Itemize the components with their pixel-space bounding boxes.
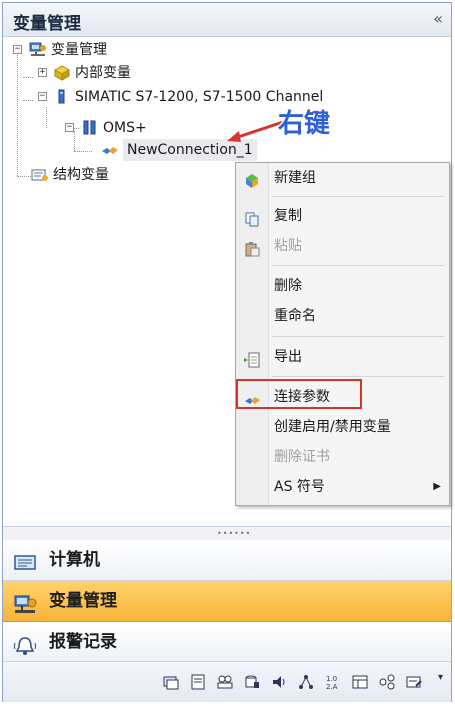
- menu-item-export[interactable]: 导出: [236, 342, 449, 372]
- tag-management-window: 变量管理 « − 变量管理 + 内部变量 − SIMATIC S7-1200, …: [2, 2, 452, 702]
- highlight-box: [236, 379, 362, 409]
- menu-label-delete: 删除: [274, 278, 302, 294]
- oms-driver-icon: [81, 120, 99, 136]
- network-icon[interactable]: [298, 674, 314, 690]
- computer-icon: [13, 550, 37, 570]
- menu-item-rename[interactable]: 重命名: [236, 301, 449, 331]
- svg-text:1.0: 1.0: [326, 675, 337, 683]
- internal-expander[interactable]: +: [38, 68, 47, 77]
- menu-label-export: 导出: [274, 349, 302, 365]
- menu-label-as-symbols: AS 符号: [274, 479, 325, 495]
- tag-management-icon: [29, 42, 47, 58]
- tree-label-root: 变量管理: [51, 42, 107, 58]
- nav-label-tag-management: 变量管理: [49, 591, 117, 611]
- context-menu: 新建组 复制 粘贴 删除 重命名 导出 连接参数 创建启用/禁用变量 删除证书 …: [235, 162, 450, 506]
- nav-pane-tag-management[interactable]: 变量管理: [3, 581, 451, 622]
- tree-node-oms[interactable]: OMS+: [81, 117, 147, 139]
- root-expander[interactable]: −: [13, 45, 22, 54]
- panel-title: 变量管理: [13, 14, 81, 34]
- struct-tags-icon: [31, 167, 49, 183]
- nav-pane-alarm-logging[interactable]: 报警记录: [3, 622, 451, 663]
- splitter-grip: ••••••: [217, 529, 252, 538]
- menu-item-create-enable-disable[interactable]: 创建启用/禁用变量: [236, 412, 449, 442]
- nav-label-computer: 计算机: [49, 550, 100, 570]
- menu-separator: [272, 196, 444, 197]
- channel-icon: [53, 89, 71, 105]
- user-admin-icon[interactable]: [217, 674, 233, 690]
- right-click-annotation: 右键: [278, 109, 331, 139]
- pane-splitter[interactable]: ••••••: [3, 526, 451, 541]
- report-icon[interactable]: [406, 674, 422, 690]
- tree-node-tag-management[interactable]: 变量管理: [29, 39, 107, 61]
- svg-text:2.A: 2.A: [326, 683, 338, 690]
- bottom-toolbar: 1.0 2.A ▾: [3, 661, 451, 702]
- text-list-icon[interactable]: [190, 674, 206, 690]
- tree-label-struct: 结构变量: [53, 167, 109, 183]
- menu-label-rename: 重命名: [274, 308, 316, 324]
- menu-label-create-enable-disable: 创建启用/禁用变量: [274, 419, 391, 435]
- tree-label-internal: 内部变量: [75, 65, 131, 81]
- paste-icon: [244, 238, 261, 257]
- menu-item-delete[interactable]: 删除: [236, 271, 449, 301]
- table-icon[interactable]: [352, 674, 368, 690]
- menu-label-copy: 复制: [274, 208, 302, 224]
- nav-label-alarm-logging: 报警记录: [49, 632, 117, 652]
- oms-expander[interactable]: −: [65, 123, 74, 132]
- screens-icon[interactable]: [163, 674, 179, 690]
- tree-node-internal-tags[interactable]: 内部变量: [53, 62, 131, 84]
- export-icon: [244, 349, 261, 368]
- nav-pane-computer[interactable]: 计算机: [3, 540, 451, 581]
- toolbar-overflow-icon[interactable]: ▾: [438, 672, 443, 683]
- new-group-icon: [244, 170, 261, 188]
- submenu-arrow-icon: ▶: [433, 481, 441, 492]
- menu-label-paste: 粘贴: [274, 238, 302, 254]
- menu-label-new-group: 新建组: [274, 170, 316, 186]
- menu-item-as-symbols[interactable]: AS 符号 ▶: [236, 472, 449, 502]
- connection-icon[interactable]: [379, 674, 395, 690]
- menu-separator: [272, 265, 444, 266]
- alarm-bell-icon: [13, 632, 37, 655]
- numbering-icon[interactable]: 1.0 2.A: [325, 674, 341, 691]
- menu-item-delete-certificate[interactable]: 删除证书: [236, 442, 449, 472]
- collapse-icon[interactable]: «: [433, 9, 443, 28]
- tree-label-oms: OMS+: [103, 120, 147, 136]
- tag-management-icon: [13, 591, 37, 613]
- channel-expander[interactable]: −: [38, 92, 47, 101]
- connection-icon: [101, 142, 119, 158]
- panel-header: 变量管理 «: [3, 3, 451, 37]
- tree-node-struct-tags[interactable]: 结构变量: [31, 164, 109, 186]
- audio-icon[interactable]: [271, 674, 287, 690]
- menu-item-paste[interactable]: 粘贴: [236, 231, 449, 261]
- copy-icon: [244, 208, 261, 227]
- menu-item-copy[interactable]: 复制: [236, 201, 449, 231]
- tag-logging-icon[interactable]: [244, 674, 260, 690]
- menu-separator: [272, 336, 444, 337]
- menu-label-delete-certificate: 删除证书: [274, 449, 330, 465]
- internal-tags-icon: [53, 65, 71, 81]
- menu-separator: [272, 376, 444, 377]
- menu-item-new-group[interactable]: 新建组: [236, 163, 449, 193]
